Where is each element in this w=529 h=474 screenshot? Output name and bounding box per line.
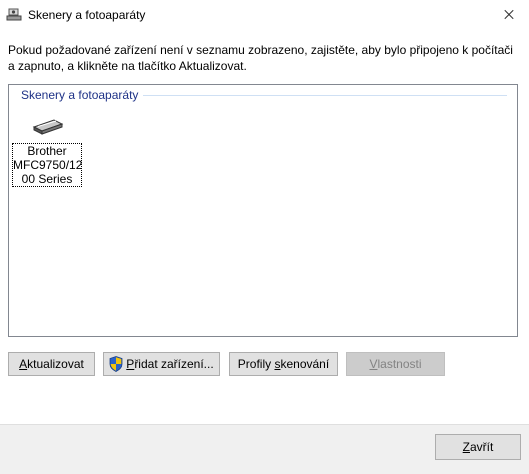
refresh-label-post: ktualizovat (27, 357, 84, 371)
device-label: Brother MFC9750/12 00 Series (12, 143, 82, 187)
add-accelerator: P (126, 357, 135, 371)
add-device-button[interactable]: Přidat zařízení... (103, 352, 220, 376)
scanner-camera-icon (6, 8, 22, 21)
profiles-label-post: kenování (280, 357, 330, 371)
group-divider (143, 95, 507, 96)
title-bar: Skenery a fotoaparáty (0, 0, 529, 30)
close-label-post: avřít (470, 440, 494, 454)
device-list[interactable]: Skenery a fotoaparáty Brother MFC9750/12… (8, 84, 518, 337)
properties-label-post: lastnosti (377, 357, 422, 371)
close-button[interactable]: Zavřít (435, 434, 521, 460)
refresh-accelerator: A (19, 357, 28, 371)
device-label-line: 00 Series (21, 172, 73, 186)
uac-shield-icon (109, 356, 123, 372)
profiles-label-pre: Profily (237, 357, 275, 371)
device-label-line: Brother (27, 144, 67, 158)
device-label-line: MFC9750/12 (13, 158, 83, 172)
scan-profiles-button[interactable]: Profily s kenování (229, 352, 338, 376)
properties-accelerator: V (369, 357, 378, 371)
close-accelerator: Z (462, 440, 470, 454)
group-header[interactable]: Skenery a fotoaparáty (21, 88, 138, 102)
instructions-text: Pokud požadované zařízení není v seznamu… (8, 43, 513, 73)
scanner-icon (32, 119, 64, 135)
window-title: Skenery a fotoaparáty (28, 8, 146, 22)
close-window-button[interactable] (489, 0, 529, 30)
refresh-button[interactable]: Aktualizovat (8, 352, 95, 376)
properties-button[interactable]: Vlastnosti (346, 352, 445, 376)
add-label-post: řidat zařízení... (134, 357, 214, 371)
